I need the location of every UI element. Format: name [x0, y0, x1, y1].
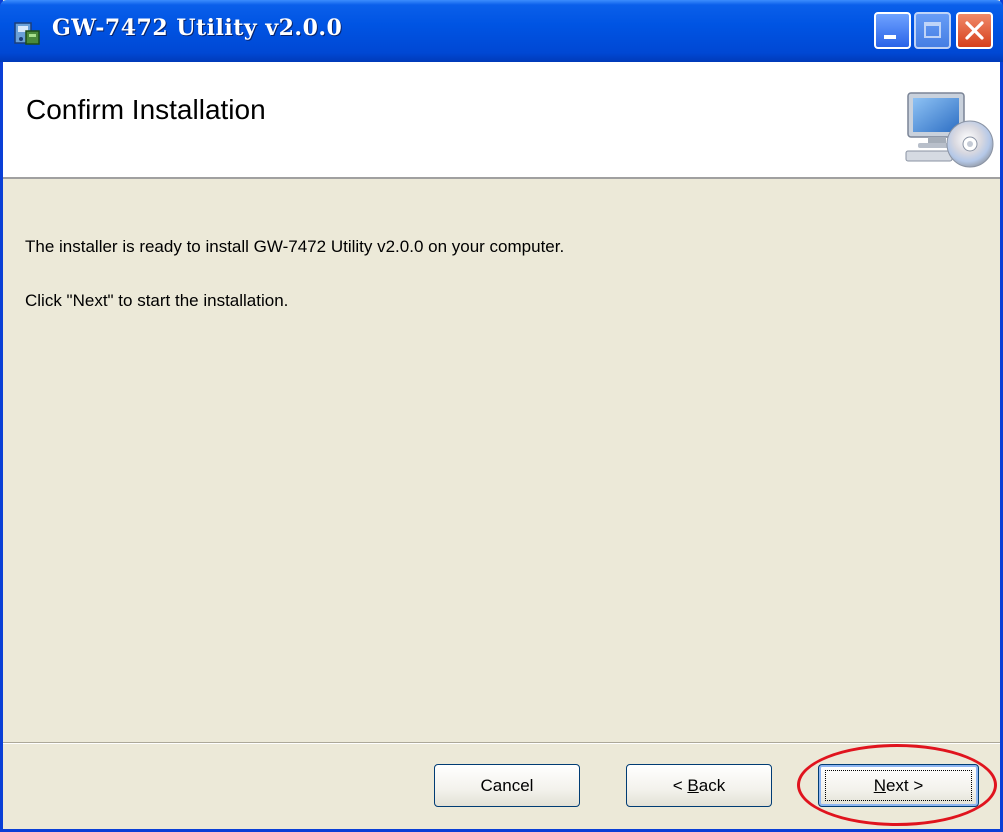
window-title: GW-7472 Utility v2.0.0 — [52, 15, 343, 41]
installer-app-icon — [14, 22, 40, 45]
close-icon — [965, 21, 984, 40]
footer-separator — [3, 742, 1000, 744]
instruction-message: Click "Next" to start the installation. — [25, 291, 289, 310]
back-accelerator: B — [687, 775, 699, 795]
installer-window: GW-7472 Utility v2.0.0 Confirm Installat… — [0, 0, 1003, 832]
next-button[interactable]: Next > — [818, 764, 979, 807]
page-title: Confirm Installation — [26, 94, 266, 125]
ready-message: The installer is ready to install GW-747… — [25, 237, 565, 256]
wizard-header: Confirm Installation — [3, 62, 1000, 179]
maximize-button[interactable] — [914, 12, 951, 49]
cancel-label: Cancel — [480, 775, 534, 795]
back-button[interactable]: < Back — [626, 764, 772, 807]
cancel-button[interactable]: Cancel — [434, 764, 580, 807]
focus-ring — [825, 770, 972, 801]
minimize-button[interactable] — [874, 12, 911, 49]
back-label-rest: ack — [698, 775, 726, 795]
computer-cd-icon — [905, 92, 994, 168]
back-label: < Back — [673, 776, 725, 796]
title-bar[interactable]: GW-7472 Utility v2.0.0 — [0, 0, 1003, 62]
close-button[interactable] — [956, 12, 993, 49]
back-arrow-text: < — [672, 775, 688, 795]
